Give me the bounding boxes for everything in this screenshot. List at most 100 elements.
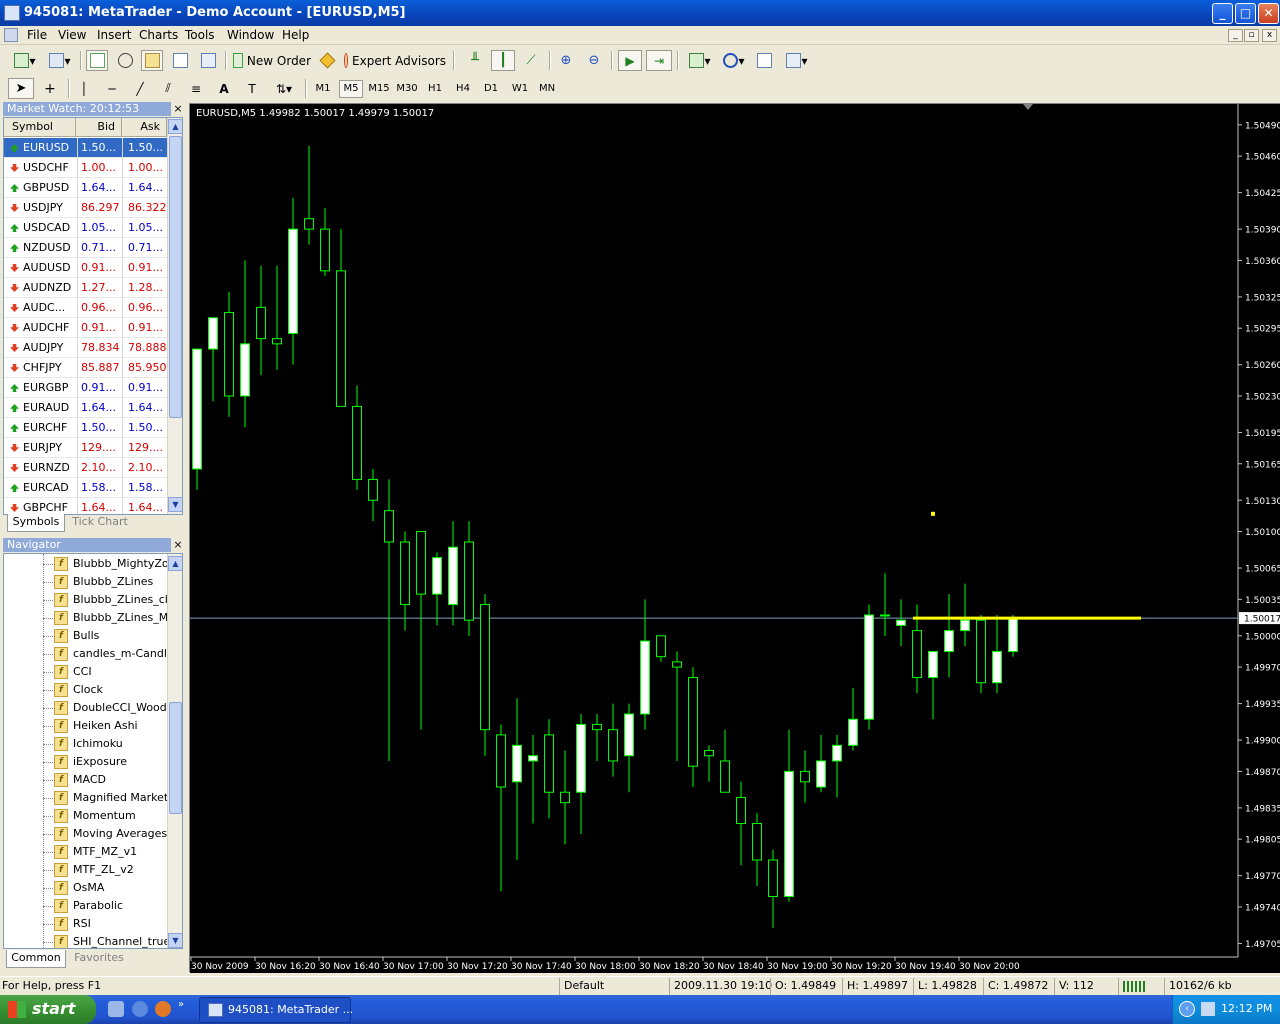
internet-explorer-icon[interactable] — [132, 1001, 148, 1017]
terminal-toggle[interactable] — [169, 50, 191, 71]
strategy-tester-toggle[interactable] — [197, 50, 219, 71]
market-watch-close-button[interactable]: × — [172, 103, 184, 115]
data-window-toggle[interactable] — [114, 50, 136, 71]
navigator-toggle[interactable] — [141, 50, 163, 71]
navigator-item[interactable]: f MTF_ZL_v2 — [4, 861, 168, 879]
close-button[interactable]: ✕ — [1258, 3, 1279, 24]
navigator-item[interactable]: f Bulls — [4, 627, 168, 645]
navigator-close-button[interactable]: × — [172, 539, 184, 551]
firefox-icon[interactable] — [155, 1001, 171, 1017]
zoom-in-button[interactable]: ⊕ — [555, 50, 577, 71]
navigator-item[interactable]: f Blubbb_ZLines_close — [4, 591, 168, 609]
candlestick-button[interactable]: ┃ — [491, 50, 515, 71]
vertical-line-tool[interactable]: │ — [73, 78, 95, 99]
tab-common[interactable]: Common — [6, 950, 66, 968]
chart-window[interactable]: EURUSD,M5 1.49982 1.50017 1.49979 1.5001… — [189, 103, 1280, 973]
menu-window[interactable]: Window — [227, 28, 274, 42]
navigator-item[interactable]: f Blubbb_ZLines — [4, 573, 168, 591]
line-chart-button[interactable]: ⟋ — [520, 50, 542, 71]
navigator-item[interactable]: f DoubleCCI_Woodie — [4, 699, 168, 717]
market-watch-row[interactable]: AUDUSD 0.91... 0.91... — [4, 258, 167, 278]
profiles-button[interactable]: ▾ — [45, 50, 75, 71]
market-watch-row[interactable]: EURCHF 1.50... 1.50... — [4, 418, 167, 438]
scroll-down-button[interactable]: ▼ — [168, 497, 182, 512]
timeframe-m30[interactable]: M30 — [394, 80, 420, 98]
menu-file[interactable]: File — [27, 28, 47, 42]
scroll-thumb[interactable] — [169, 136, 182, 418]
timeframe-mn[interactable]: MN — [535, 80, 559, 98]
navigator-item[interactable]: f Clock — [4, 681, 168, 699]
equidistant-channel-tool[interactable]: ⫽ — [157, 78, 179, 99]
market-watch-row[interactable]: EURAUD 1.64... 1.64... — [4, 398, 167, 418]
scroll-down-button[interactable]: ▼ — [168, 933, 182, 948]
horizontal-line-tool[interactable]: ─ — [101, 78, 123, 99]
navigator-item[interactable]: f Moving Averages — [4, 825, 168, 843]
auto-scroll-button[interactable]: ▶ — [618, 50, 642, 71]
navigator-item[interactable]: f Blubbb_ZLines_MZ_ — [4, 609, 168, 627]
navigator-title[interactable]: Navigator — [3, 538, 171, 552]
show-desktop-icon[interactable] — [108, 1001, 124, 1017]
minimize-button[interactable]: _ — [1212, 3, 1233, 24]
start-button[interactable]: start — [0, 995, 96, 1024]
navigator-item[interactable]: f Heiken Ashi — [4, 717, 168, 735]
navigator-item[interactable]: f Blubbb_MightyZone — [4, 555, 168, 573]
market-watch-row[interactable]: EURGBP 0.91... 0.91... — [4, 378, 167, 398]
timeframe-m15[interactable]: M15 — [366, 80, 392, 98]
templates-button[interactable] — [753, 50, 775, 71]
market-watch-row[interactable]: EURCAD 1.58... 1.58... — [4, 478, 167, 498]
market-watch-toggle[interactable] — [86, 50, 108, 71]
mdi-restore-button[interactable]: ▫ — [1244, 29, 1259, 42]
navigator-item[interactable]: f MTF_MZ_v1 — [4, 843, 168, 861]
zoom-out-button[interactable]: ⊖ — [583, 50, 605, 71]
menu-help[interactable]: Help — [282, 28, 309, 42]
crosshair-tool[interactable]: + — [38, 78, 62, 99]
menu-tools[interactable]: Tools — [185, 28, 215, 42]
market-watch-row[interactable]: AUDJPY 78.834 78.888 — [4, 338, 167, 358]
candlestick-chart[interactable]: EURUSD,M5 1.49982 1.50017 1.49979 1.5001… — [190, 104, 1280, 973]
tray-expand-icon[interactable]: ‹ — [1179, 1001, 1195, 1017]
timeframe-m1[interactable]: M1 — [311, 80, 335, 98]
market-watch-title[interactable]: Market Watch: 20:12:53 — [3, 102, 171, 116]
navigator-item[interactable]: f iExposure — [4, 753, 168, 771]
navigator-item[interactable]: f Magnified Market Pr — [4, 789, 168, 807]
mdi-minimize-button[interactable]: _ — [1228, 29, 1243, 42]
scroll-up-button[interactable]: ▲ — [168, 556, 182, 571]
navigator-item[interactable]: f candles_m-Candles_ — [4, 645, 168, 663]
market-watch-row[interactable]: AUDCHF 0.91... 0.91... — [4, 318, 167, 338]
title-bar[interactable]: 945081: MetaTrader - Demo Account - [EUR… — [0, 0, 1280, 26]
new-chart-button[interactable]: ▾ — [8, 50, 42, 71]
cursor-tool[interactable]: ➤ — [8, 78, 34, 99]
taskbar-item-metatrader[interactable]: 945081: MetaTrader ... — [199, 997, 353, 1023]
market-watch-row[interactable]: AUDNZD 1.27... 1.28... — [4, 278, 167, 298]
menu-charts[interactable]: Charts — [139, 28, 178, 42]
navigator-item[interactable]: f Momentum — [4, 807, 168, 825]
bar-chart-button[interactable]: ╨ — [464, 50, 486, 71]
market-watch-row[interactable]: GBPUSD 1.64... 1.64... — [4, 178, 167, 198]
navigator-item[interactable]: f OsMA — [4, 879, 168, 897]
volume-icon[interactable] — [1201, 1002, 1215, 1016]
market-watch-row[interactable]: USDCHF 1.00... 1.00... — [4, 158, 167, 178]
chart-shift-button[interactable]: ⇥ — [646, 50, 672, 71]
quicklaunch-chevron-icon[interactable]: » — [178, 999, 184, 1010]
column-header-bid[interactable]: Bid — [76, 118, 122, 137]
scroll-thumb[interactable] — [169, 702, 182, 814]
periods-button[interactable]: ▾ — [720, 50, 748, 71]
indicators-button[interactable]: ▾ — [684, 50, 716, 71]
timeframe-m5[interactable]: M5 — [339, 80, 363, 98]
tab-symbols[interactable]: Symbols — [7, 514, 65, 532]
maximize-button[interactable]: □ — [1235, 3, 1256, 24]
market-watch-row[interactable]: GBPCHF 1.64... 1.64... — [4, 498, 167, 514]
arrows-tool[interactable]: ⇅▾ — [269, 78, 299, 99]
timeframe-h4[interactable]: H4 — [451, 80, 475, 98]
market-watch-scrollbar[interactable]: ▲ ▼ — [167, 118, 182, 514]
navigator-item[interactable]: f Ichimoku — [4, 735, 168, 753]
navigator-item[interactable]: f MACD — [4, 771, 168, 789]
expert-advisors-button[interactable]: Expert Advisors — [343, 50, 447, 71]
menu-view[interactable]: View — [58, 28, 86, 42]
tab-tick-chart[interactable]: Tick Chart — [67, 514, 133, 532]
text-tool[interactable]: A — [213, 78, 235, 99]
tab-favorites[interactable]: Favorites — [67, 950, 131, 968]
chart-properties-button[interactable]: ▾ — [781, 50, 813, 71]
navigator-item[interactable]: f RSI — [4, 915, 168, 933]
trendline-tool[interactable]: ╱ — [129, 78, 151, 99]
